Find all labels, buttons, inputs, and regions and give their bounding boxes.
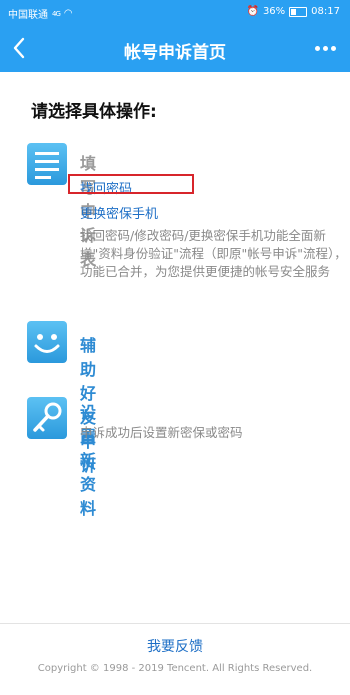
section-title-new-info: 设置新资料 (80, 403, 97, 518)
instruction-heading: 请选择具体操作: (31, 102, 157, 122)
key-icon (27, 397, 67, 439)
nav-bar: 帐号申诉首页 (0, 25, 350, 72)
feedback-link[interactable]: 我要反馈 (0, 636, 350, 656)
more-menu-button[interactable] (310, 37, 340, 59)
status-bar: 中国联通 4G ◠ ⏰ 36% 08:17 (0, 0, 350, 25)
more-dot-icon (314, 45, 320, 51)
more-dot-icon (330, 45, 336, 51)
smile-face-icon (27, 321, 67, 363)
more-dot-icon (322, 45, 328, 51)
clock: 08:17 (311, 6, 340, 17)
page-title: 帐号申诉首页 (124, 43, 226, 63)
section-description-new-info: 申诉成功后设置新密保或密码 (80, 425, 243, 440)
carrier-label: 中国联通 (8, 10, 48, 21)
network-type-label: 4G (52, 9, 61, 18)
highlight-box (68, 174, 194, 194)
alarm-icon: ⏰ (246, 6, 259, 17)
wifi-icon: ◠ (63, 8, 73, 19)
footer-divider (0, 623, 350, 624)
change-security-phone-link[interactable]: 更换密保手机 (80, 203, 158, 222)
copyright-text: Copyright © 1998 - 2019 Tencent. All Rig… (37, 663, 313, 674)
section-description-appeal-form: 找回密码/修改密码/更换密保手机功能全面新增"资料身份验证"流程（即原"帐号申诉… (80, 228, 347, 279)
battery-percent: 36% (262, 6, 286, 17)
form-list-icon (27, 143, 67, 185)
battery-icon (289, 6, 308, 17)
